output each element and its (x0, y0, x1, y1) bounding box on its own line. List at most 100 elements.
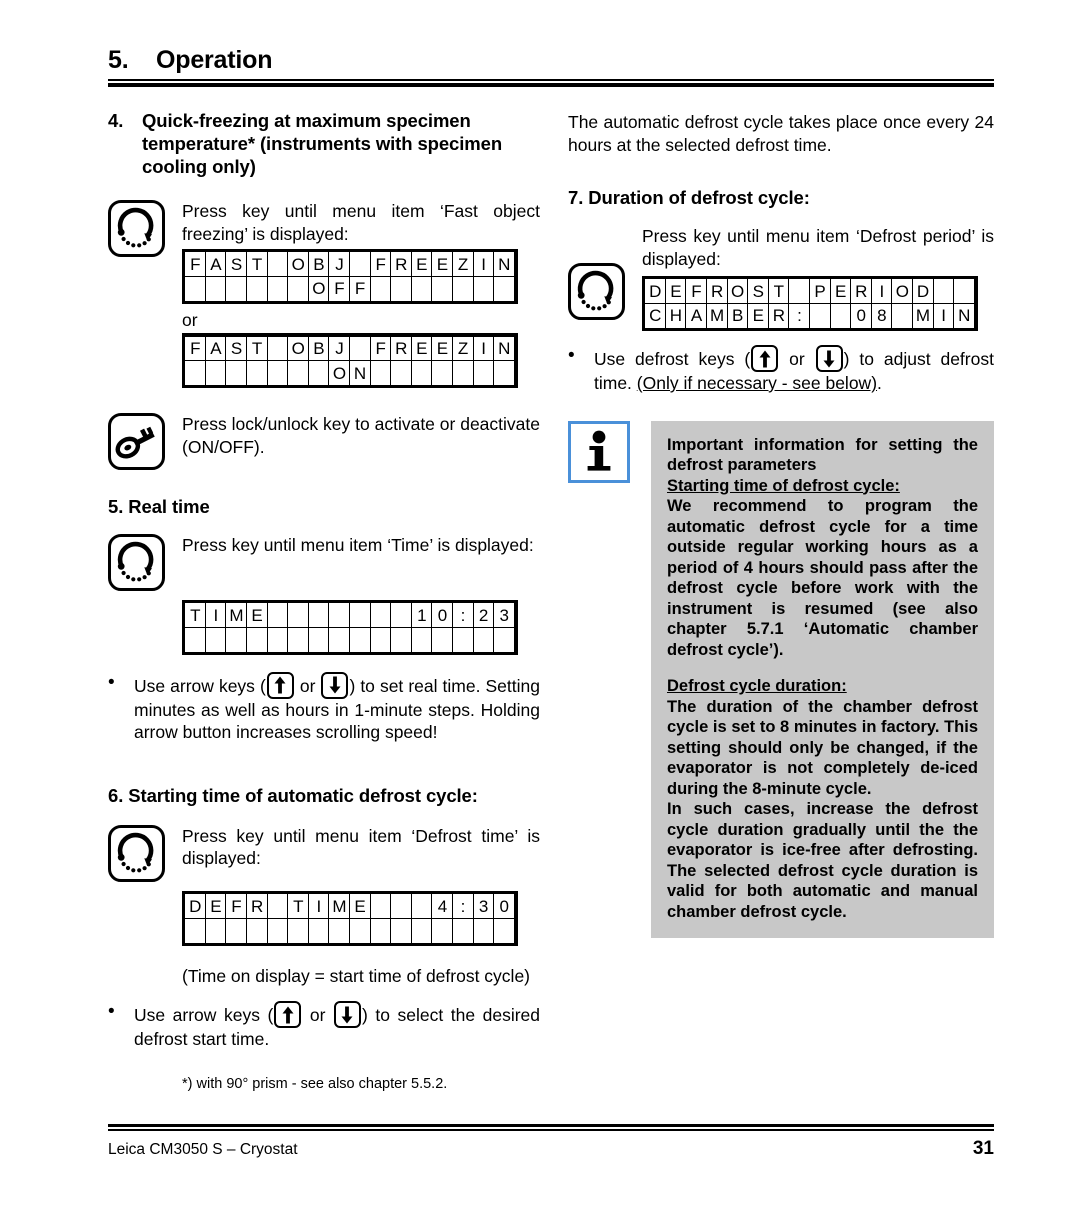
menu-cycle-icon[interactable] (108, 824, 165, 882)
lcd-cell: R (706, 278, 729, 305)
lcd-cell (246, 275, 269, 302)
lcd-cell: E (747, 302, 770, 329)
lcd-cell: D (184, 893, 207, 919)
lcd-cell: N (493, 335, 516, 362)
lcd-cell: M (225, 602, 248, 629)
lcd-cell: E (410, 335, 433, 362)
section-7-instruction-text: Press key until menu item ‘Defrost perio… (642, 226, 994, 269)
lcd-cell (451, 626, 475, 653)
lcd-cell (410, 626, 433, 653)
section-6-note: (Time on display = start time of defrost… (182, 965, 531, 986)
lcd-cell (184, 917, 207, 944)
note-title: Important information for setting the de… (667, 435, 978, 475)
lcd-cell (410, 893, 433, 919)
arrow-down-icon[interactable] (333, 1001, 361, 1028)
arrow-down-icon[interactable] (321, 671, 349, 699)
lcd-cell (891, 302, 914, 329)
lcd-cell: O (328, 360, 351, 386)
section-7-bullet: • Use defrost keys ( or ) to adjust defr… (568, 345, 994, 395)
lcd-cell (328, 917, 351, 944)
lcd-cell (266, 335, 289, 362)
lcd-cell (266, 251, 289, 278)
lcd-cell: T (184, 602, 207, 629)
lcd-cell (410, 917, 433, 944)
lcd-defrost-period: DEFROSTPERIOD CHAMBER:08MIN (642, 276, 978, 331)
lcd-cell: F (184, 335, 207, 362)
lcd-cell (431, 360, 454, 386)
lcd-row: TIME 10:23 (184, 602, 516, 629)
menu-cycle-icon[interactable] (108, 534, 165, 591)
bullet-or: or (779, 349, 815, 369)
lcd-cell (204, 917, 227, 944)
lcd-row: DEFRTIME4:30 (184, 893, 516, 919)
lcd-cell: D (911, 278, 935, 305)
lcd-cell: T (246, 335, 269, 362)
lcd-cell (369, 626, 392, 653)
lcd-cell (369, 602, 392, 629)
lcd-cell: F (225, 893, 248, 919)
lcd-cell (390, 275, 413, 302)
lcd-cell: F (328, 275, 351, 302)
lcd-row (184, 626, 516, 653)
arrow-up-icon[interactable] (274, 1001, 302, 1028)
lcd-cell: T (767, 278, 790, 305)
lcd-row (184, 917, 516, 944)
lcd-cell (431, 275, 454, 302)
lcd-cell (307, 360, 330, 386)
bullet-marker: • (568, 345, 575, 366)
lcd-cell (369, 893, 392, 919)
lcd-cell: A (204, 251, 227, 278)
menu-cycle-icon[interactable] (108, 200, 165, 257)
lcd-cell (307, 602, 330, 629)
lcd-cell: F (184, 251, 207, 278)
lcd-cell: E (410, 251, 433, 278)
lcd-cell: F (349, 275, 372, 302)
lcd-cell: T (287, 893, 310, 919)
lcd-cell (809, 302, 832, 329)
section-4-title: Quick-freezing at maximum specimen tempe… (142, 110, 503, 177)
lcd-cell: F (369, 251, 392, 278)
lcd-cell (184, 275, 207, 302)
lcd-fast-object-off: FASTOBJFREEZIN OFF (182, 249, 518, 304)
arrow-up-icon[interactable] (266, 671, 294, 699)
lcd-cell: 3 (472, 893, 495, 919)
lock-unlock-block: Press lock/unlock key to activate or dea… (108, 413, 540, 470)
key-icon[interactable] (108, 413, 165, 470)
lcd-cell: 8 (870, 302, 893, 329)
lcd-cell: 2 (472, 602, 495, 629)
lcd-cell: R (850, 278, 873, 305)
lcd-cell (472, 917, 495, 944)
lcd-row: DEFROSTPERIOD (644, 278, 976, 305)
lcd-cell: E (829, 278, 852, 305)
menu-cycle-icon[interactable] (568, 263, 625, 320)
section-5-number: 5. (108, 496, 124, 517)
footer-document-title: Leica CM3050 S – Cryostat (108, 1140, 298, 1158)
section-7-title: Duration of defrost cycle: (588, 187, 810, 208)
lcd-cell: : (451, 602, 475, 629)
arrow-down-icon[interactable] (815, 345, 843, 372)
lcd-cell (788, 278, 811, 305)
lcd-cell: 1 (410, 602, 433, 629)
lcd-time: TIME 10:23 (182, 600, 518, 655)
bullet-marker: • (108, 1001, 115, 1022)
lcd-row: CHAMBER:08MIN (644, 302, 976, 329)
lcd-cell: H (664, 302, 687, 329)
lcd-cell: R (246, 893, 269, 919)
lcd-cell (932, 278, 955, 305)
lcd-cell: B (307, 251, 330, 278)
lcd-cell (307, 917, 330, 944)
lcd-cell: O (726, 278, 749, 305)
footer-rule-thick (108, 1124, 994, 1127)
lcd-cell (410, 360, 433, 386)
lcd-cell (953, 278, 976, 305)
note-paragraph-2: The duration of the chamber defrost cycl… (667, 697, 978, 798)
lcd-cell: J (328, 251, 351, 278)
lcd-cell (184, 360, 207, 386)
lcd-row: FASTOBJFREEZIN (184, 335, 516, 362)
section-6-instruction-text: Press key until menu item ‘Defrost time’… (182, 825, 540, 869)
lcd-cell (287, 602, 310, 629)
arrow-up-icon[interactable] (751, 345, 779, 372)
lcd-cell (390, 917, 413, 944)
lcd-cell (349, 335, 372, 362)
lcd-cell (493, 275, 516, 302)
